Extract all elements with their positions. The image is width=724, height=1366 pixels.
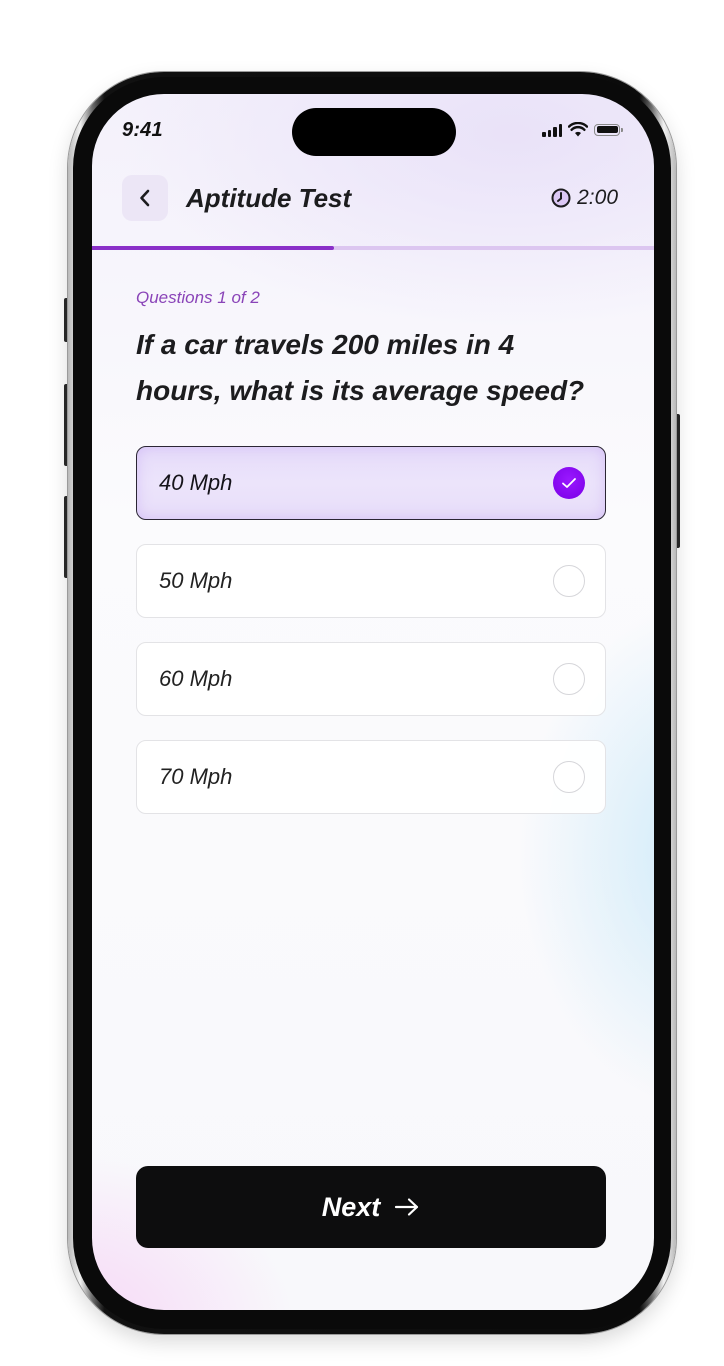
- countdown-timer: 2:00: [551, 186, 618, 210]
- app-header: Aptitude Test 2:00: [122, 174, 618, 222]
- option-label: 40 Mph: [159, 470, 233, 495]
- app-screen: 9:41 Aptitude Test 2:00 Questions 1 of 2…: [92, 94, 654, 1310]
- page-title: Aptitude Test: [186, 182, 352, 213]
- question-text: If a car travels 200 miles in 4 hours, w…: [136, 329, 585, 406]
- clock-icon: [551, 188, 571, 208]
- next-button-label: Next: [321, 1191, 381, 1222]
- wifi-icon: [568, 122, 588, 137]
- timer-value: 2:00: [577, 186, 618, 209]
- signal-icon: [542, 123, 562, 137]
- answer-option[interactable]: 70 Mph: [136, 740, 606, 814]
- progress-bar: [92, 246, 654, 250]
- back-button[interactable]: [122, 175, 168, 221]
- radio-button[interactable]: [553, 663, 585, 695]
- check-icon: [562, 478, 576, 488]
- radio-button[interactable]: [553, 761, 585, 793]
- answer-option[interactable]: 40 Mph: [136, 446, 606, 520]
- answer-option[interactable]: 50 Mph: [136, 544, 606, 618]
- answer-options: 40 Mph 50 Mph 60 Mph 70 Mph: [136, 446, 606, 838]
- radio-button[interactable]: [553, 467, 585, 499]
- status-icons: [542, 122, 623, 137]
- radio-button[interactable]: [553, 565, 585, 597]
- option-label: 70 Mph: [159, 764, 233, 789]
- question-counter: Questions 1 of 2: [136, 288, 260, 307]
- option-label: 60 Mph: [159, 666, 233, 691]
- chevron-left-icon: [140, 189, 150, 207]
- arrow-right-icon: [395, 1198, 419, 1216]
- battery-icon: [594, 123, 623, 136]
- dynamic-island: [292, 108, 456, 156]
- next-button[interactable]: Next: [136, 1166, 606, 1248]
- progress-fill: [92, 246, 334, 250]
- status-time: 9:41: [122, 119, 163, 141]
- option-label: 50 Mph: [159, 568, 233, 593]
- answer-option[interactable]: 60 Mph: [136, 642, 606, 716]
